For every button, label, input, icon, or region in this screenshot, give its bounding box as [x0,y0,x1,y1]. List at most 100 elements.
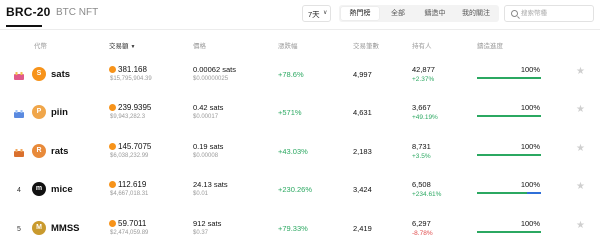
segment-hot[interactable]: 熱門榜 [341,7,379,20]
segment-all[interactable]: 全部 [381,7,415,20]
search-icon [511,10,518,17]
token-logo-icon: R [32,144,46,158]
volume-btc-value: 239.9395 [118,103,152,112]
volume-btc-value: 112.619 [118,180,147,189]
volume-btc-value: 59.7011 [118,219,147,228]
transaction-count: 2,183 [353,147,372,156]
header-volume-label: 交易額 [109,43,129,50]
holders-change: +3.5% [412,153,431,160]
crown-icon [14,149,24,157]
volume-usd: $9,943,282.3 [110,114,146,120]
token-ticker[interactable]: piin [51,107,68,118]
header-token: 代幣 [34,43,47,50]
active-tab-indicator [6,25,42,27]
transaction-count: 4,631 [353,108,372,117]
price-sats: 24.13 sats [193,180,228,189]
volume-btc-value: 381.168 [118,65,147,74]
volume-btc: 239.9395 [109,103,151,112]
volume-btc: 145.7075 [109,142,151,151]
bitcoin-icon [109,220,116,227]
price-sats: 0.42 sats [193,103,224,112]
search-box[interactable] [504,5,594,22]
transaction-count: 3,424 [353,185,372,194]
rank-number: 5 [17,226,21,233]
transaction-count: 2,419 [353,224,372,233]
volume-btc: 59.7011 [109,219,146,228]
price-usd: $0.00008 [193,153,219,159]
mint-progress-value: 100% [520,103,540,112]
bitcoin-icon [109,143,116,150]
progress-fill [477,115,541,117]
price-usd: $0.37 [193,230,209,236]
period-select[interactable]: 7天 ∨ [302,5,331,22]
token-logo-icon: P [32,105,46,119]
price-change: +43.03% [278,147,308,156]
mint-progress-value: 100% [520,142,540,151]
holders-change: +234.61% [412,191,442,198]
token-ticker[interactable]: sats [51,69,70,80]
holders-count: 8,731 [412,142,431,151]
star-icon[interactable]: ★ [576,144,585,154]
star-icon[interactable]: ★ [576,105,585,115]
star-icon[interactable]: ★ [576,67,585,77]
token-logo-icon: S [32,67,46,81]
token-ticker[interactable]: mice [51,184,73,195]
crown-icon [14,72,24,80]
price-change: +571% [278,108,302,117]
price-change: +79.33% [278,224,308,233]
period-label: 7天 [308,10,320,19]
volume-usd: $6,038,232.99 [110,153,149,159]
table-row[interactable]: Ssats 381.168 $15,795,904.39 0.00062 sats $0… [0,58,600,96]
volume-usd: $4,667,018.31 [110,191,149,197]
segment-watchlist[interactable]: 我的關注 [455,7,497,20]
segment-minting[interactable]: 鑄造中 [417,7,453,20]
bitcoin-icon [109,104,116,111]
mint-progress-bar [477,231,541,233]
volume-usd: $15,795,904.39 [110,76,152,82]
mint-progress-value: 100% [520,219,540,228]
table-row[interactable]: Ppiin 239.9395 $9,943,282.3 0.42 sats $0.000… [0,96,600,134]
table-row[interactable]: 4 m mice 112.619 $4,667,018.31 24.13 sats $0.0… [0,173,600,211]
progress-fill-segment [526,192,541,194]
price-usd: $0.01 [193,191,209,197]
price-change: +78.6% [278,70,304,79]
header-holders[interactable]: 持有人 [412,40,432,50]
progress-fill [477,231,541,233]
mint-progress-value: 100% [520,180,540,189]
token-ticker[interactable]: rats [51,146,68,157]
transaction-count: 4,997 [353,70,372,79]
tab-brc20[interactable]: BRC-20 [6,5,51,19]
price-sats: 0.00062 sats [193,65,236,74]
price-usd: $0.00000025 [193,76,229,82]
star-icon[interactable]: ★ [576,221,585,231]
token-logo-icon: m [32,182,46,196]
price-change: +230.26% [278,185,312,194]
tab-btc-nft[interactable]: BTC NFT [56,7,98,18]
table-row[interactable]: Rrats 145.7075 $6,038,232.99 0.19 sats $0.00… [0,135,600,173]
table-row[interactable]: 5 M MMSS 59.7011 $2,474,059.89 912 sats $0.37 +… [0,212,600,249]
header-txcount[interactable]: 交易筆數 [353,40,379,50]
progress-fill [477,154,541,156]
mint-progress-bar [477,192,541,194]
mint-progress-bar [477,154,541,156]
header-volume[interactable]: 交易額 ▼ [109,40,135,50]
holders-count: 6,297 [412,219,431,228]
header-price[interactable]: 價格 [193,40,206,50]
progress-fill [477,192,527,194]
volume-btc: 381.168 [109,65,147,74]
volume-usd: $2,474,059.89 [110,230,149,236]
header-progress[interactable]: 鑄造進度 [477,40,503,50]
holders-change: -8.78% [412,230,433,237]
crown-icon [14,110,24,118]
volume-btc: 112.619 [109,180,146,189]
chevron-down-icon: ∨ [323,10,328,16]
volume-btc-value: 145.7075 [118,142,152,151]
filter-segment: 熱門榜 全部 鑄造中 我的關注 [339,5,499,22]
star-icon[interactable]: ★ [576,182,585,192]
header-change[interactable]: 漲跌幅 [278,40,298,50]
token-ticker[interactable]: MMSS [51,223,80,234]
progress-fill [477,77,541,79]
mint-progress-bar [477,115,541,117]
top-bar: BRC-20 BTC NFT 7天 ∨ 熱門榜 全部 鑄造中 我的關注 [0,0,600,28]
search-input[interactable] [521,8,591,19]
